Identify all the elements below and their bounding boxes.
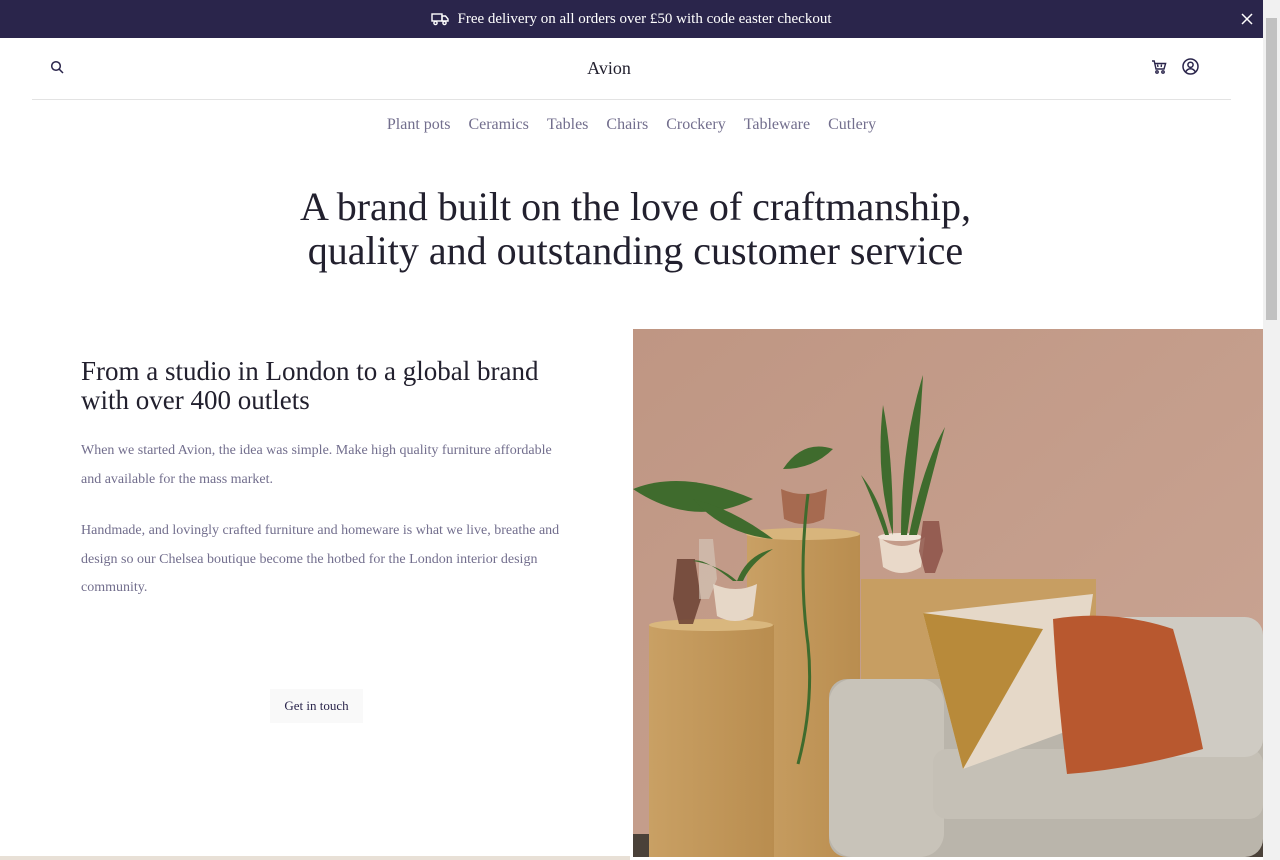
cart-icon[interactable] [1151,59,1169,77]
story-paragraph-1: When we started Avion, the idea was simp… [81,443,552,487]
promo-banner: Free delivery on all orders over £50 wit… [0,0,1263,38]
nav-item-ceramics[interactable]: Ceramics [468,116,528,134]
nav-item-chairs[interactable]: Chairs [606,116,648,134]
site-header: Avion [32,38,1231,100]
hero-title-line-1: A brand built on the love of craftmanshi… [300,184,971,229]
delivery-truck-icon [431,12,450,26]
nav-item-tables[interactable]: Tables [547,116,589,134]
scrollbar-thumb[interactable] [1266,18,1277,320]
hero-title: A brand built on the love of craftmanshi… [0,185,1271,273]
story-paragraph-2: Handmade, and lovingly crafted furniture… [81,523,560,595]
nav-item-plant-pots[interactable]: Plant pots [387,116,451,134]
close-icon[interactable] [1239,11,1255,27]
promo-message: Free delivery on all orders over £50 wit… [457,10,832,27]
story-heading: From a studio in London to a global bran… [81,356,539,415]
page-scrollbar[interactable] [1263,0,1280,860]
user-account-icon[interactable] [1182,58,1201,77]
nav-item-cutlery[interactable]: Cutlery [828,116,876,134]
nav-item-crockery[interactable]: Crockery [666,116,726,134]
brand-logo[interactable]: Avion [32,58,1186,79]
nav-item-tableware[interactable]: Tableware [744,116,810,134]
interior-photo [633,329,1263,857]
hero-title-line-2: quality and outstanding customer service [307,228,964,273]
get-in-touch-button[interactable]: Get in touch [270,689,363,723]
category-nav: Plant pots Ceramics Tables Chairs Crocke… [0,116,1263,134]
next-section-edge [0,856,630,860]
